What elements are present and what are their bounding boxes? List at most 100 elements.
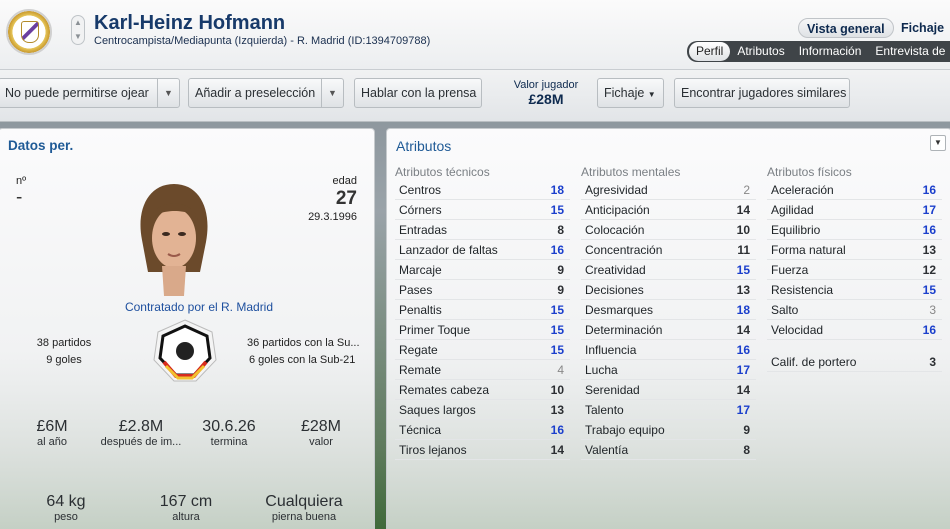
shortlist-button[interactable]: Añadir a preselección ▼ <box>188 78 344 108</box>
foot-stat: Cualquiera pierna buena <box>249 493 359 523</box>
attribute-value: 10 <box>550 383 564 397</box>
attribute-row[interactable]: Velocidad 16 <box>767 320 942 340</box>
player-face-image <box>140 184 208 296</box>
attribute-value: 9 <box>743 423 750 437</box>
attribute-name: Salto <box>771 303 799 317</box>
chevron-down-icon[interactable]: ▼ <box>157 79 179 107</box>
attribute-name: Trabajo equipo <box>585 423 665 437</box>
attribute-row[interactable]: Resistencia 15 <box>767 280 942 300</box>
attribute-row[interactable]: Trabajo equipo 9 <box>581 420 756 440</box>
panel-title: Atributos <box>396 138 452 154</box>
club-crest-icon[interactable] <box>6 9 52 55</box>
attribute-row[interactable]: Concentración 11 <box>581 240 756 260</box>
attribute-row[interactable]: Penaltis 15 <box>395 300 570 320</box>
attribute-row[interactable]: Pases 9 <box>395 280 570 300</box>
attribute-name: Concentración <box>585 243 663 257</box>
attribute-row[interactable]: Primer Toque 15 <box>395 320 570 340</box>
attribute-name: Centros <box>399 183 442 197</box>
attribute-name: Talento <box>585 403 624 417</box>
attribute-row[interactable]: Desmarques 18 <box>581 300 756 320</box>
attribute-value: 9 <box>557 263 564 277</box>
attribute-row[interactable]: Centros 18 <box>395 180 570 200</box>
attribute-value: 11 <box>737 243 750 257</box>
attribute-row[interactable]: Agilidad 17 <box>767 200 942 220</box>
attribute-row[interactable]: Técnica 16 <box>395 420 570 440</box>
height-label: altura <box>172 511 200 523</box>
physical-column: Atributos físicos Aceleración 16 Agilidad 1… <box>767 165 942 372</box>
attribute-row[interactable]: Córners 15 <box>395 200 570 220</box>
transfer-view-button[interactable]: Fichaje <box>893 18 950 38</box>
goalkeeper-rating-value: 3 <box>929 355 936 369</box>
attribute-row[interactable]: Colocación 10 <box>581 220 756 240</box>
attribute-row[interactable]: Salto 3 <box>767 300 942 320</box>
attribute-row[interactable]: Entradas 8 <box>395 220 570 240</box>
attribute-name: Creatividad <box>585 263 646 277</box>
tab-atributos[interactable]: Atributos <box>730 41 791 62</box>
attribute-name: Lucha <box>585 363 618 377</box>
attribute-row[interactable]: Anticipación 14 <box>581 200 756 220</box>
player-info: Centrocampista/Mediapunta (Izquierda) - … <box>94 35 431 47</box>
attribute-name: Lanzador de faltas <box>399 243 498 257</box>
attribute-row[interactable]: Fuerza 12 <box>767 260 942 280</box>
attribute-row[interactable]: Agresividad 2 <box>581 180 756 200</box>
attribute-value: 14 <box>550 443 564 457</box>
attribute-name: Remate <box>399 363 442 377</box>
value-stat: £28M valor <box>266 418 376 448</box>
attribute-name: Serenidad <box>585 383 640 397</box>
attribute-row[interactable]: Creatividad 15 <box>581 260 756 280</box>
attribute-row[interactable]: Determinación 14 <box>581 320 756 340</box>
attribute-row[interactable]: Valentía 8 <box>581 440 756 460</box>
attribute-row[interactable]: Lanzador de faltas 16 <box>395 240 570 260</box>
player-value-amount: £28M <box>528 91 564 107</box>
chevron-down-icon[interactable]: ▼ <box>321 79 343 107</box>
attribute-name: Penaltis <box>399 303 442 317</box>
find-similar-button[interactable]: Encontrar jugadores similares <box>674 78 850 108</box>
transfer-button[interactable]: Fichaje ▼ <box>597 78 664 108</box>
attribute-row[interactable]: Forma natural 13 <box>767 240 942 260</box>
weight-stat: 64 kg peso <box>11 493 121 523</box>
attribute-value: 14 <box>736 383 750 397</box>
attribute-row[interactable]: Remates cabeza 10 <box>395 380 570 400</box>
attribute-row[interactable]: Serenidad 14 <box>581 380 756 400</box>
attribute-row[interactable]: Decisiones 13 <box>581 280 756 300</box>
scout-button[interactable]: No puede permitirse ojear ▼ <box>0 78 180 108</box>
attribute-name: Colocación <box>585 223 645 237</box>
attribute-name: Marcaje <box>399 263 442 277</box>
tab-entrevista[interactable]: Entrevista de <box>868 41 950 62</box>
panel-title: Datos per. <box>8 138 74 153</box>
player-stepper[interactable]: ▲ ▼ <box>71 15 85 45</box>
physical-heading: Atributos físicos <box>767 165 852 179</box>
attribute-row[interactable]: Lucha 17 <box>581 360 756 380</box>
tab-perfil[interactable]: Perfil <box>689 42 731 61</box>
previous-player-icon[interactable]: ▲ <box>72 16 84 30</box>
age-label: edad <box>332 175 357 187</box>
transfer-button-label: Fichaje <box>604 86 645 100</box>
player-header: ▲ ▼ Karl-Heinz Hofmann Centrocampista/Med… <box>0 0 950 70</box>
attribute-value: 10 <box>736 223 750 237</box>
attribute-row[interactable]: Regate 15 <box>395 340 570 360</box>
attribute-value: 16 <box>922 323 936 337</box>
attribute-value: 16 <box>736 343 750 357</box>
attribute-value: 9 <box>557 283 564 297</box>
panel-menu-chevron-icon[interactable]: ▼ <box>930 135 946 151</box>
tab-informacion[interactable]: Información <box>792 41 869 62</box>
attribute-row[interactable]: Marcaje 9 <box>395 260 570 280</box>
attribute-row[interactable]: Tiros lejanos 14 <box>395 440 570 460</box>
number-label: nº <box>16 175 27 187</box>
mental-column: Atributos mentales Agresividad 2 Anticipac… <box>581 165 756 460</box>
press-button[interactable]: Hablar con la prensa <box>354 78 482 108</box>
attribute-row[interactable]: Equilibrio 16 <box>767 220 942 240</box>
overview-button[interactable]: Vista general <box>798 18 894 38</box>
attribute-value: 15 <box>736 263 750 277</box>
shirt-number: - <box>16 187 23 208</box>
attribute-value: 15 <box>550 323 564 337</box>
attribute-row[interactable]: Talento 17 <box>581 400 756 420</box>
attribute-row[interactable]: Remate 4 <box>395 360 570 380</box>
attribute-row[interactable]: Saques largos 13 <box>395 400 570 420</box>
attribute-row[interactable]: Influencia 16 <box>581 340 756 360</box>
contract-club[interactable]: Contratado por el R. Madrid <box>59 300 339 314</box>
attribute-name: Resistencia <box>771 283 834 297</box>
next-player-icon[interactable]: ▼ <box>72 30 84 44</box>
attribute-row[interactable]: Aceleración 16 <box>767 180 942 200</box>
attribute-value: 8 <box>557 223 564 237</box>
